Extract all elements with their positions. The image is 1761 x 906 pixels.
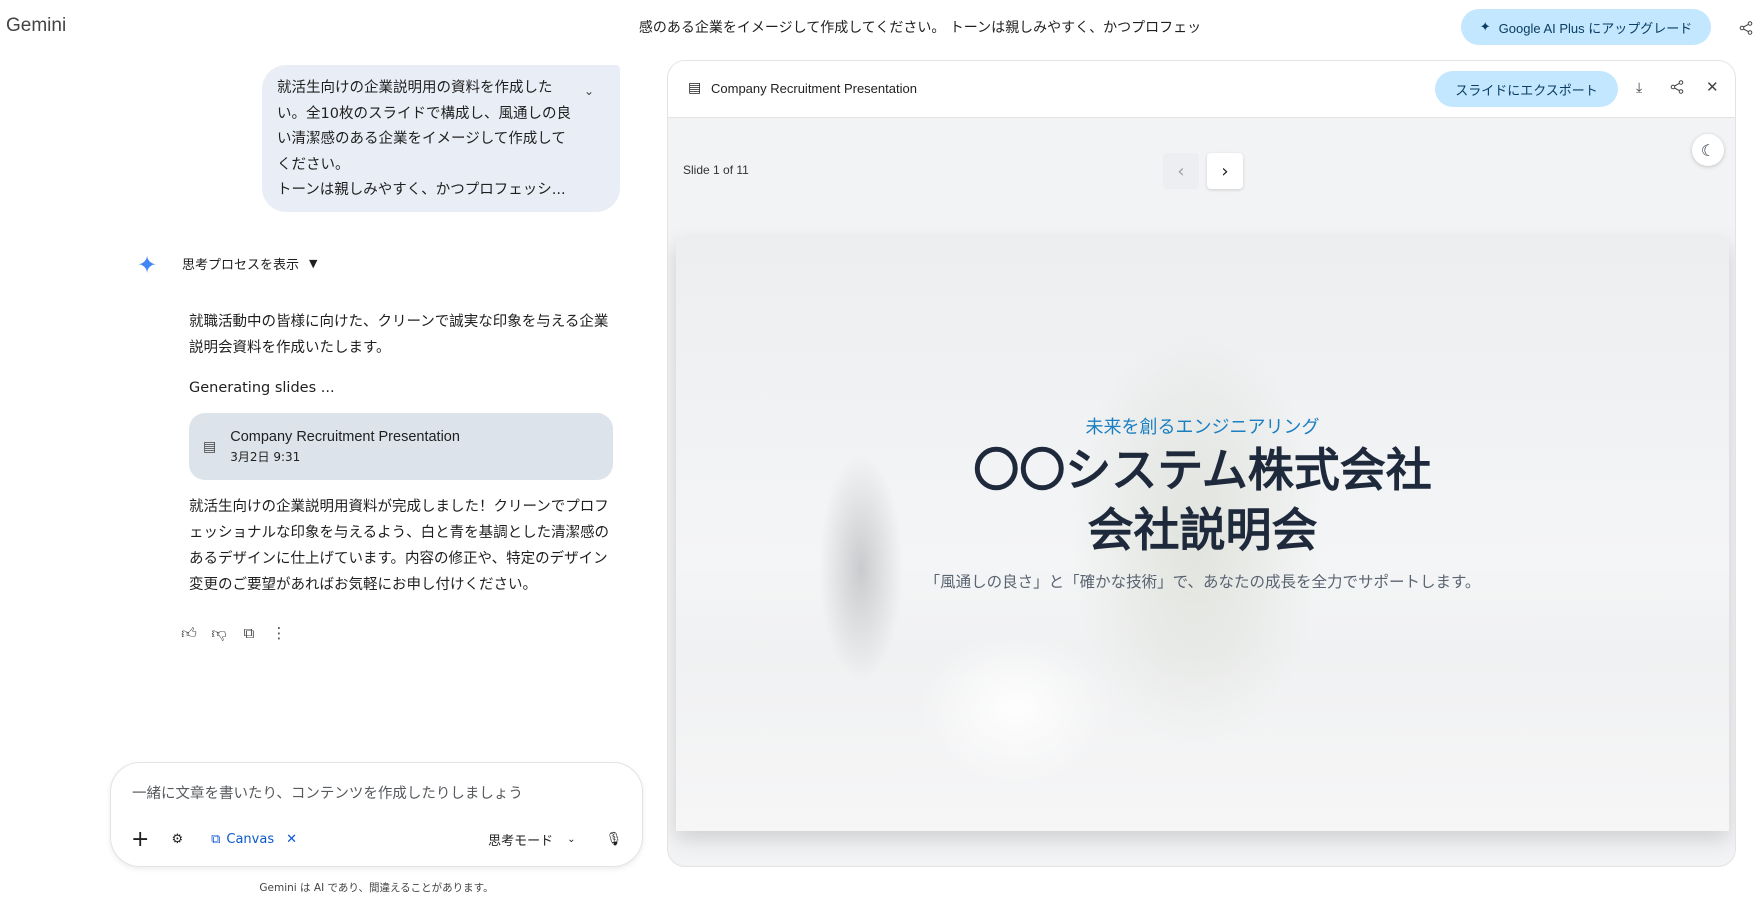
expand-chevron-icon[interactable]: ⌄ — [584, 79, 594, 105]
mode-label: 思考モード — [488, 834, 554, 849]
conversation-title: 感のある企業をイメージして作成してください。 トーンは親しみやすく、かつプロフェ… — [638, 20, 1202, 36]
mode-selector[interactable]: 思考モード ⌄ — [488, 830, 575, 849]
export-slides-button[interactable]: スライドにエクスポート — [1435, 71, 1618, 107]
close-icon[interactable]: ✕ — [1706, 78, 1719, 96]
document-icon: ▤ — [688, 80, 702, 96]
download-icon[interactable]: ⤓ — [1636, 80, 1642, 96]
remove-canvas-icon[interactable]: ✕ — [286, 832, 297, 847]
response-actions: 👍︎ 👎︎ ⧉ ⋮ — [180, 622, 288, 644]
document-icon: ▤ — [203, 438, 217, 455]
response-intro: 就職活動中の皆様に向けた、クリーンで誠実な印象を与える企業説明会資料を作成いたし… — [189, 314, 609, 356]
panel-title: Company Recruitment Presentation — [711, 81, 917, 96]
response-done: 就活生向けの企業説明用資料が完成しました！クリーンでプロフェッショナルな印象を与… — [189, 499, 610, 593]
disclaimer: Gemini は AI であり、間違えることがあります。 — [259, 882, 494, 894]
artifact-card[interactable]: ▤ Company Recruitment Presentation 3月2日 9… — [189, 413, 613, 480]
upgrade-button[interactable]: ✦ Google AI Plus にアップグレード — [1461, 9, 1711, 45]
slide-subtitle: 「風通しの良さ」と「確かな技術」で、あなたの成長を全力でサポートします。 — [924, 573, 1481, 591]
previous-slide-button[interactable]: ‹ — [1163, 153, 1199, 189]
share-icon[interactable] — [1670, 80, 1684, 94]
next-slide-button[interactable]: › — [1207, 153, 1243, 189]
canvas-panel: ▤ Company Recruitment Presentation スライドに… — [667, 60, 1736, 867]
copy-icon[interactable]: ⧉ — [240, 622, 258, 644]
gemini-sparkle-icon: ✦ — [137, 251, 158, 279]
prompt-box: 一緒に文章を書いたり、コンテンツを作成したりしましょう + ⚙ ⧉ Canvas ✕… — [110, 762, 643, 867]
share-icon[interactable] — [1736, 16, 1756, 40]
prompt-input[interactable]: 一緒に文章を書いたり、コンテンツを作成したりしましょう — [132, 782, 523, 803]
sparkle-icon: ✦ — [1479, 19, 1491, 34]
canvas-icon: ⧉ — [211, 832, 221, 847]
microphone-icon[interactable]: 🎙︎ — [605, 832, 622, 847]
upgrade-label: Google AI Plus にアップグレード — [1498, 20, 1693, 36]
slide-title-line1: 〇〇システム株式会社 — [973, 443, 1432, 497]
artifact-date: 3月2日 9:31 — [230, 449, 301, 464]
gemini-logo[interactable]: Gemini — [6, 15, 66, 37]
thumbs-up-icon[interactable]: 👍︎ — [180, 622, 198, 644]
slide-tagline: 未来を創るエンジニアリング — [1085, 417, 1320, 438]
show-thinking-toggle[interactable]: 思考プロセスを表示 ▼ — [182, 254, 317, 273]
more-icon[interactable]: ⋮ — [270, 622, 288, 644]
user-message: 就活生向けの企業説明用の資料を作成したい。全10枚のスライドで構成し、風通しの良… — [262, 65, 620, 212]
canvas-label: Canvas — [226, 832, 275, 847]
add-icon[interactable]: + — [131, 827, 149, 852]
chevron-down-icon: ⌄ — [567, 834, 576, 845]
chevron-down-icon: ▼ — [309, 257, 318, 270]
artifact-title: Company Recruitment Presentation — [230, 428, 460, 445]
canvas-chip[interactable]: ⧉ Canvas ✕ — [211, 832, 297, 847]
user-message-text: 就活生向けの企業説明用の資料を作成したい。全10枚のスライドで構成し、風通しの良… — [277, 80, 571, 198]
tools-icon[interactable]: ⚙ — [171, 832, 183, 847]
thumbs-down-icon[interactable]: 👎︎ — [210, 622, 228, 644]
slide-preview: 未来を創るエンジニアリング 〇〇システム株式会社 会社説明会 「風通しの良さ」と「… — [676, 238, 1729, 831]
slide-counter: Slide 1 of 11 — [683, 163, 749, 177]
thinking-label: 思考プロセスを表示 — [182, 258, 300, 273]
generating-status: Generating slides ... — [189, 380, 335, 396]
slide-title-line2: 会社説明会 — [1087, 503, 1318, 557]
slide-title: 〇〇システム株式会社 会社説明会 — [676, 440, 1729, 560]
panel-header: ▤ Company Recruitment Presentation スライドに… — [668, 61, 1735, 118]
dark-mode-toggle-icon[interactable]: ☾ — [1692, 134, 1724, 166]
